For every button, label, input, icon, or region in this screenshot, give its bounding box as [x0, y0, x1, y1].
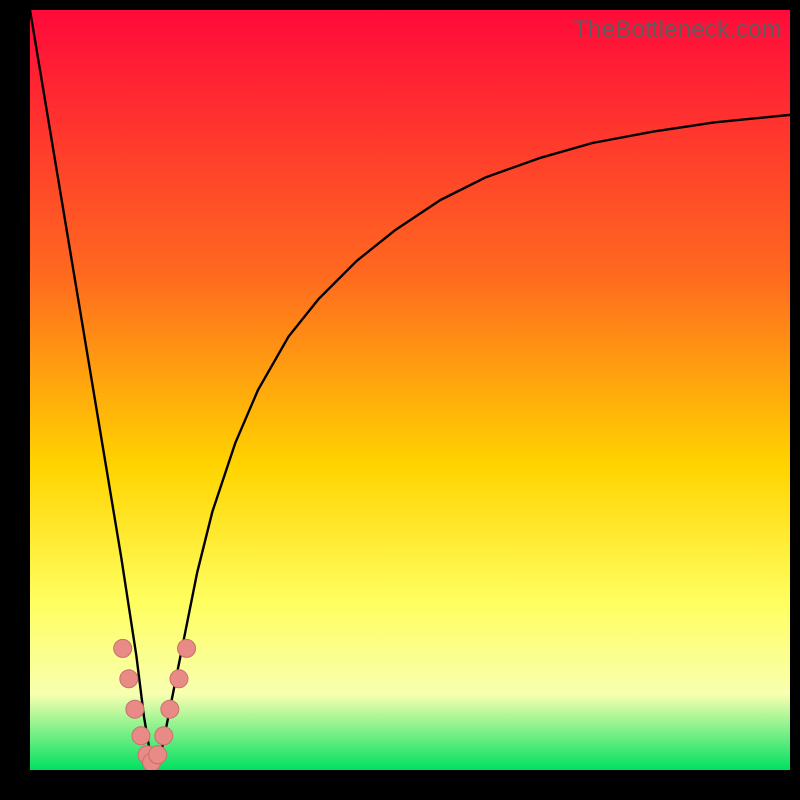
- marker-dot: [120, 670, 138, 688]
- marker-dot: [132, 727, 150, 745]
- marker-dot: [178, 639, 196, 657]
- marker-dot: [114, 639, 132, 657]
- marker-dot: [161, 700, 179, 718]
- marker-dot: [126, 700, 144, 718]
- marker-dot: [149, 746, 167, 764]
- marker-dot: [170, 670, 188, 688]
- chart-frame: TheBottleneck.com: [30, 10, 790, 770]
- gradient-background: [30, 10, 790, 770]
- marker-dot: [155, 727, 173, 745]
- watermark-text: TheBottleneck.com: [573, 16, 782, 44]
- bottleneck-plot: [30, 10, 790, 770]
